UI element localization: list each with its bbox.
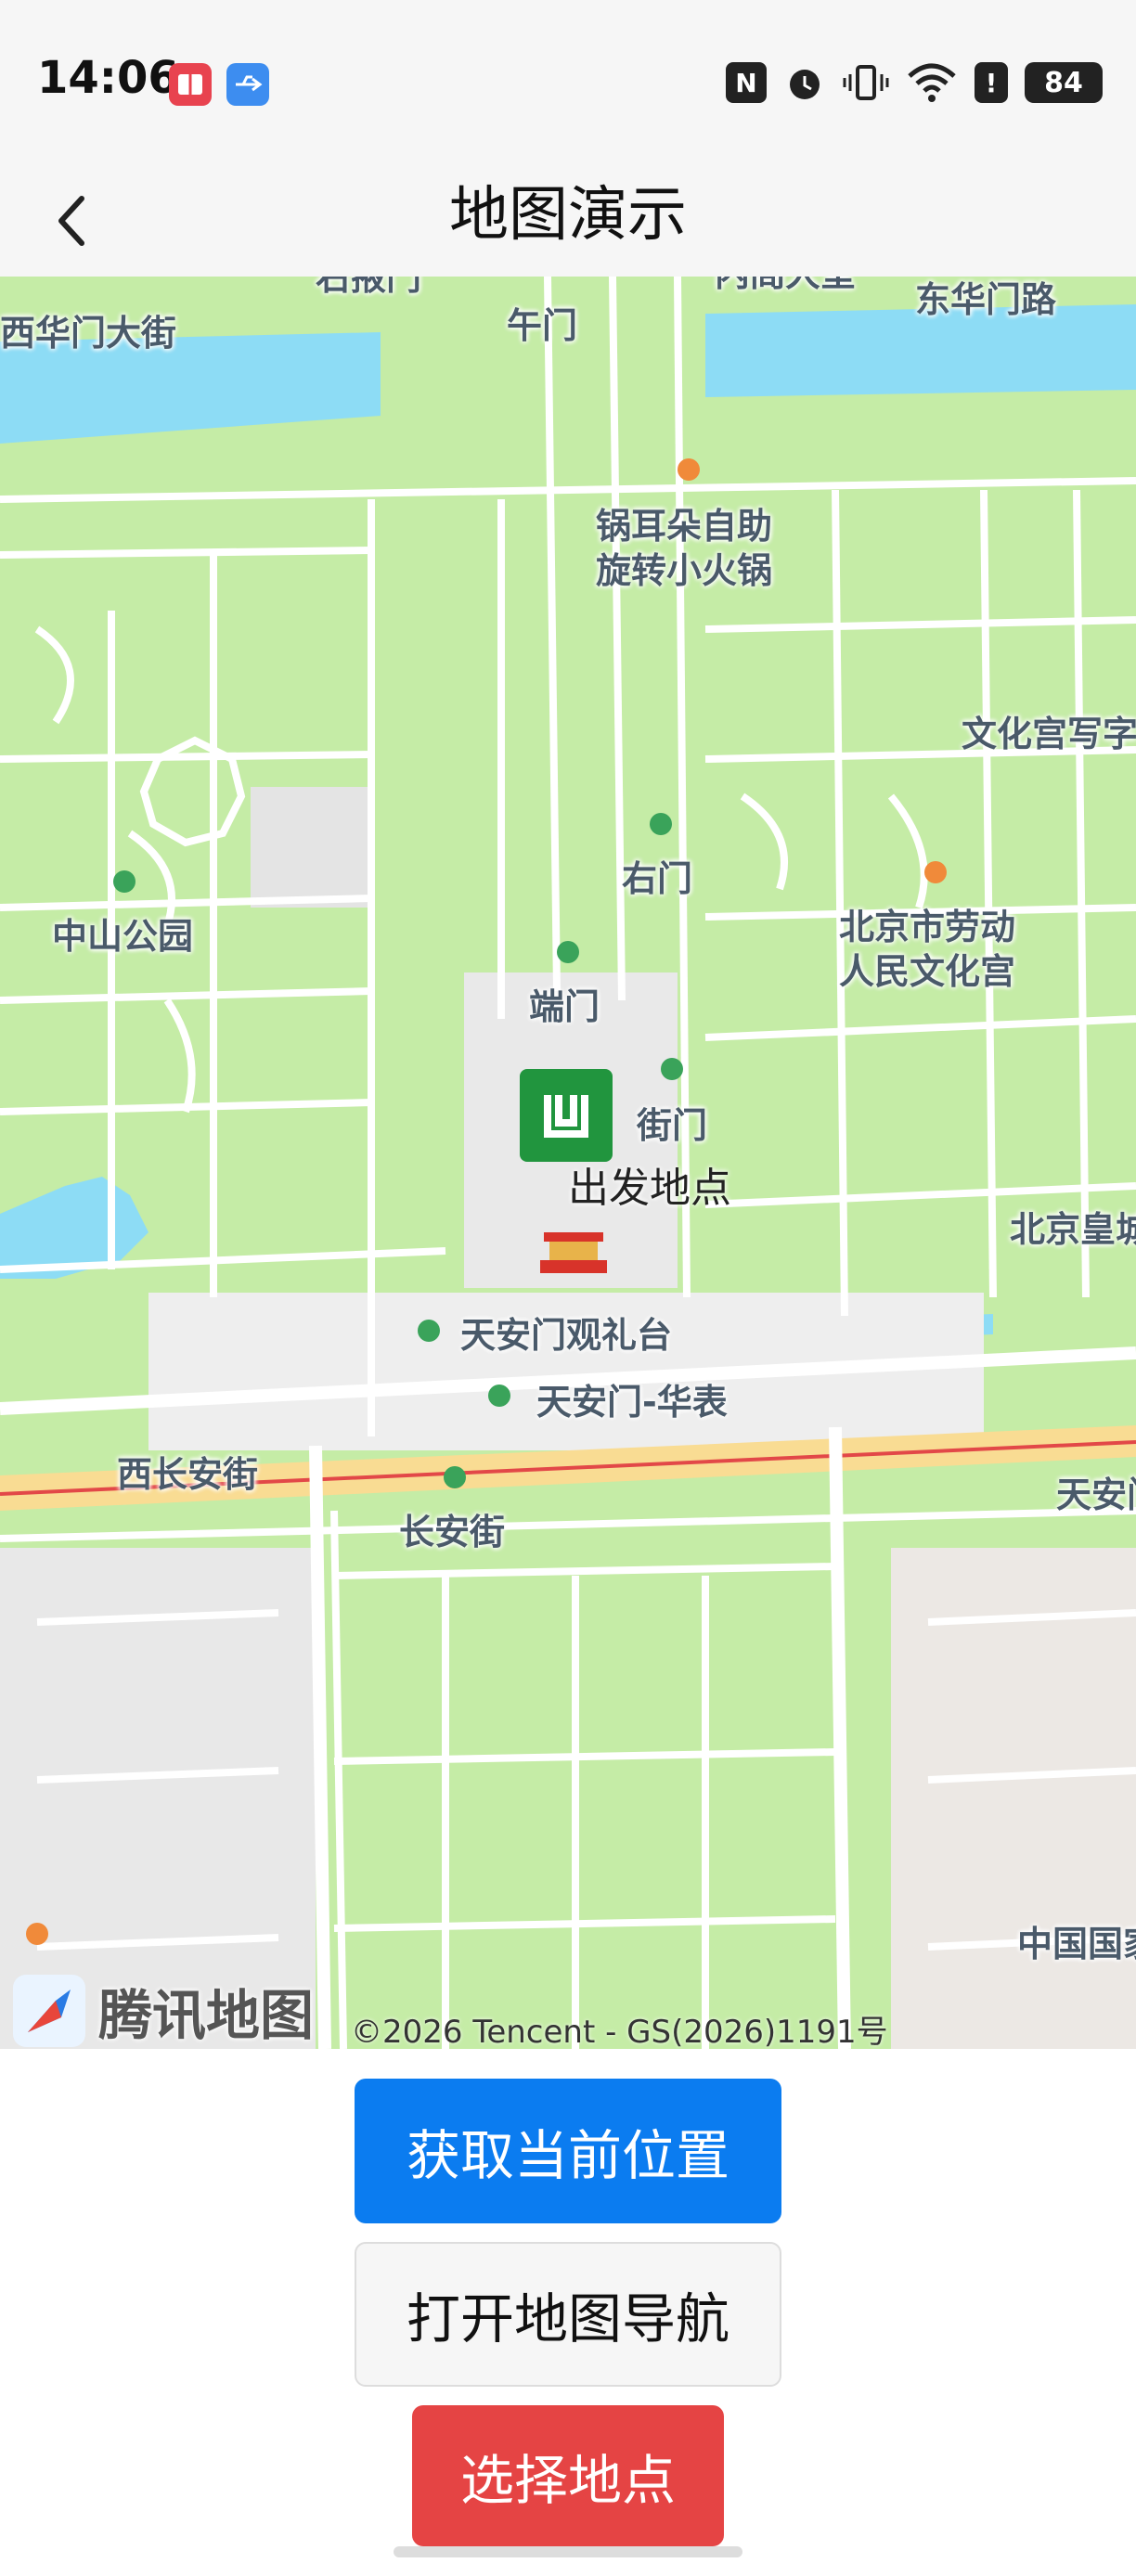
map-label: 西华门大街 — [0, 313, 177, 354]
status-time: 14:06 — [37, 52, 179, 104]
compass-icon — [13, 1975, 85, 2047]
alert-icon: ! — [975, 62, 1008, 103]
map-label: 天安门 — [1056, 1475, 1136, 1515]
status-bar: 14:06 N ! 84 — [0, 0, 1136, 156]
map-label: 右掖门 — [316, 277, 422, 298]
home-indicator[interactable] — [394, 2546, 742, 2557]
map-label: 端门 — [529, 986, 600, 1027]
map-label: 锅耳朵自助 — [596, 506, 773, 547]
vibrate-icon — [843, 65, 889, 100]
map-label: 文化宫写字 — [962, 714, 1136, 754]
map-label: 午门 — [507, 305, 578, 346]
navigation-bar: 地图演示 — [0, 156, 1136, 277]
map-label: 人民文化宫 — [839, 951, 1016, 992]
tiananmen-icon — [540, 1232, 607, 1273]
marker-label: 出发地点 — [568, 1165, 731, 1212]
map-label: 北京皇城 — [1010, 1209, 1136, 1250]
page-title: 地图演示 — [449, 181, 687, 250]
map-label: 旋转小火锅 — [596, 550, 773, 591]
map-label: 天安门观礼台 — [460, 1315, 673, 1356]
map-label: 内阁大堂 — [715, 277, 856, 296]
map-label: 西长安街 — [117, 1454, 259, 1495]
map-label: 北京市劳动 — [839, 907, 1016, 947]
map-label: 右门 — [622, 858, 693, 899]
map-label: 天安门-华表 — [536, 1382, 728, 1423]
map-copyright: ©2026 Tencent - GS(2026)1191号 — [351, 2014, 888, 2049]
tencent-map-brand: 腾讯地图 — [9, 1971, 314, 2049]
book-app-icon — [169, 63, 212, 106]
map-label: 中山公园 — [52, 916, 194, 957]
get-location-button[interactable]: 获取当前位置 — [355, 2079, 781, 2223]
battery-icon: 84 — [1025, 62, 1103, 103]
tencent-map-text: 腾讯地图 — [98, 1984, 315, 2047]
map-label: 中国国家 — [1017, 1924, 1136, 1964]
location-marker[interactable] — [520, 1069, 613, 1162]
choose-place-button[interactable]: 选择地点 — [412, 2405, 724, 2546]
nfc-icon: N — [726, 62, 767, 103]
map-label: 长安街 — [399, 1512, 506, 1552]
map-view[interactable]: 西华门大街 午门 东华门路 锅耳朵自助 旋转小火锅 文化宫写字 右门 中山公园 … — [0, 277, 1136, 2049]
map-label: 东华门路 — [915, 279, 1057, 320]
usb-icon — [226, 63, 269, 106]
open-navigation-button[interactable]: 打开地图导航 — [355, 2242, 781, 2387]
map-label: 街门 — [637, 1105, 708, 1146]
status-icons: N ! 84 — [726, 61, 1103, 104]
pin-icon — [544, 1095, 588, 1138]
wifi-icon — [908, 63, 956, 102]
alarm-icon — [790, 70, 820, 99]
